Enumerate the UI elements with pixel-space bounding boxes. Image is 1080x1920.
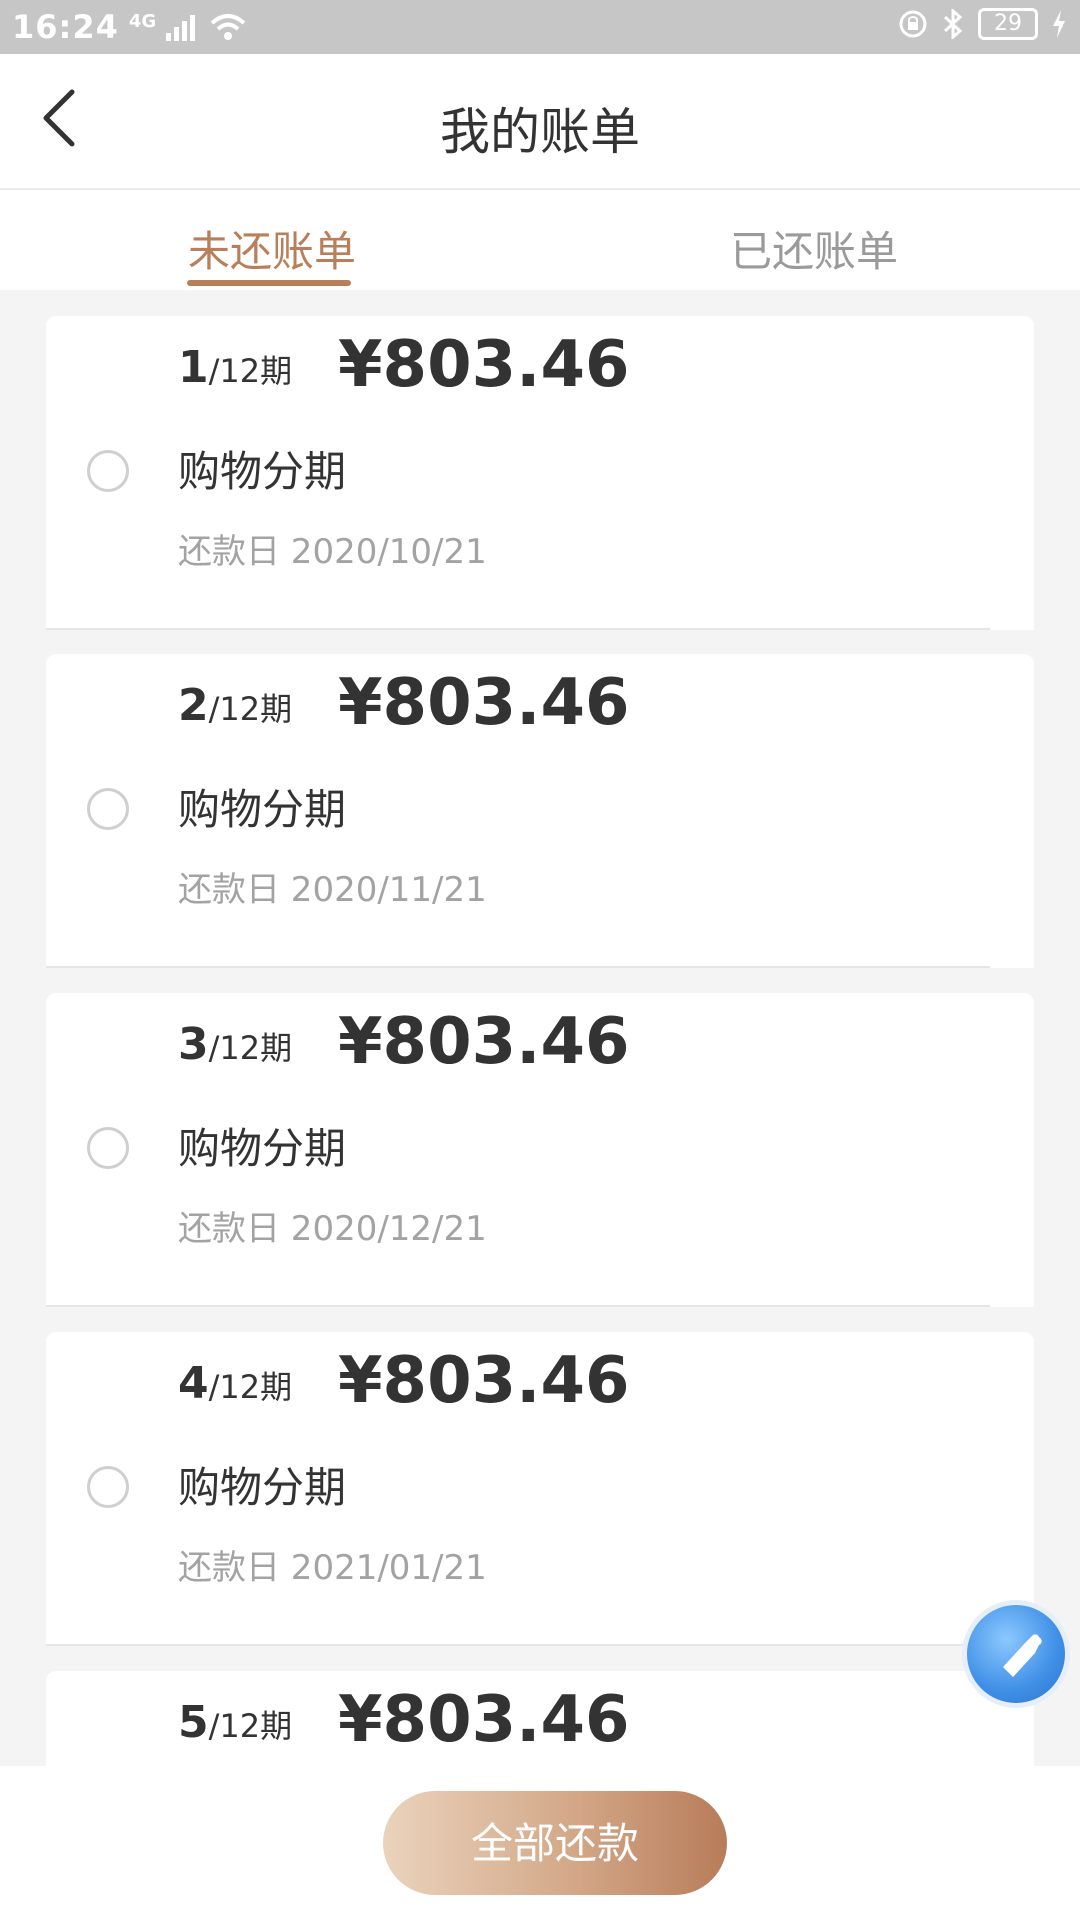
period-total: /12期 [208,352,293,390]
bluetooth-icon [943,9,963,39]
divider [46,1305,990,1307]
app-header: 我的账单 [0,54,1080,190]
installment-period: 3/12期 [178,1019,292,1070]
page-title: 我的账单 [440,103,640,161]
floating-cleanup-button[interactable] [962,1600,1070,1708]
period-total: /12期 [208,1707,293,1745]
installment-period: 2/12期 [178,680,292,731]
select-radio[interactable] [87,1127,129,1169]
period-current: 4 [178,1358,209,1409]
bill-amount: ¥803.46 [338,1005,630,1079]
divider [46,966,990,968]
period-total: /12期 [208,1368,293,1406]
bill-amount: ¥803.46 [338,328,630,402]
bill-card[interactable]: 4/12期 ¥803.46 购物分期 还款日 2021/01/21 [46,1332,1034,1646]
bill-card[interactable]: 1/12期 ¥803.46 购物分期 还款日 2020/10/21 [46,316,1034,630]
bill-type: 购物分期 [178,447,347,496]
charging-icon [1053,10,1065,38]
battery-icon: 29 [978,8,1038,40]
bill-list[interactable]: 1/12期 ¥803.46 购物分期 还款日 2020/10/21 2/12期 … [0,290,1080,1766]
divider [46,628,990,630]
bill-card[interactable]: 2/12期 ¥803.46 购物分期 还款日 2020/11/21 [46,654,1034,968]
divider [46,1644,990,1646]
due-date: 还款日 2020/11/21 [178,870,487,910]
bill-tabs: 未还账单 已还账单 [0,190,1080,290]
installment-period: 5/12期 [178,1697,292,1748]
status-left: 16:24 4G [12,8,246,46]
tab-paid[interactable]: 已还账单 [730,218,898,279]
bill-card[interactable]: 3/12期 ¥803.46 购物分期 还款日 2020/12/21 [46,993,1034,1307]
status-bar: 16:24 4G 29 [0,0,1080,54]
period-current: 3 [178,1019,209,1070]
due-date: 还款日 2020/12/21 [178,1209,487,1249]
select-radio[interactable] [87,1466,129,1508]
bill-amount: ¥803.46 [338,1683,630,1757]
bill-amount: ¥803.46 [338,666,630,740]
bottom-action-bar: 全部还款 [0,1766,1080,1920]
wifi-icon [210,14,246,40]
select-radio[interactable] [87,788,129,830]
active-tab-indicator [187,280,351,286]
period-current: 5 [178,1697,209,1748]
period-current: 2 [178,680,209,731]
installment-period: 4/12期 [178,1358,292,1409]
status-time: 16:24 [12,8,119,46]
status-right: 29 [898,8,1066,40]
installment-period: 1/12期 [178,342,292,393]
bill-type: 购物分期 [178,1463,347,1512]
network-label: 4G [128,10,157,32]
tab-unpaid[interactable]: 未还账单 [188,218,356,279]
due-date: 还款日 2020/10/21 [178,532,487,572]
select-radio[interactable] [87,450,129,492]
signal-icon [166,15,196,41]
rotation-lock-icon [899,10,927,38]
period-total: /12期 [208,690,293,728]
bill-type: 购物分期 [178,785,347,834]
bill-amount: ¥803.46 [338,1344,630,1418]
bill-card[interactable]: 5/12期 ¥803.46 [46,1671,1034,1766]
pay-all-button[interactable]: 全部还款 [383,1791,727,1895]
broom-icon [1003,1634,1042,1677]
period-current: 1 [178,342,209,393]
period-total: /12期 [208,1029,293,1067]
bill-type: 购物分期 [178,1124,347,1173]
due-date: 还款日 2021/01/21 [178,1548,487,1588]
